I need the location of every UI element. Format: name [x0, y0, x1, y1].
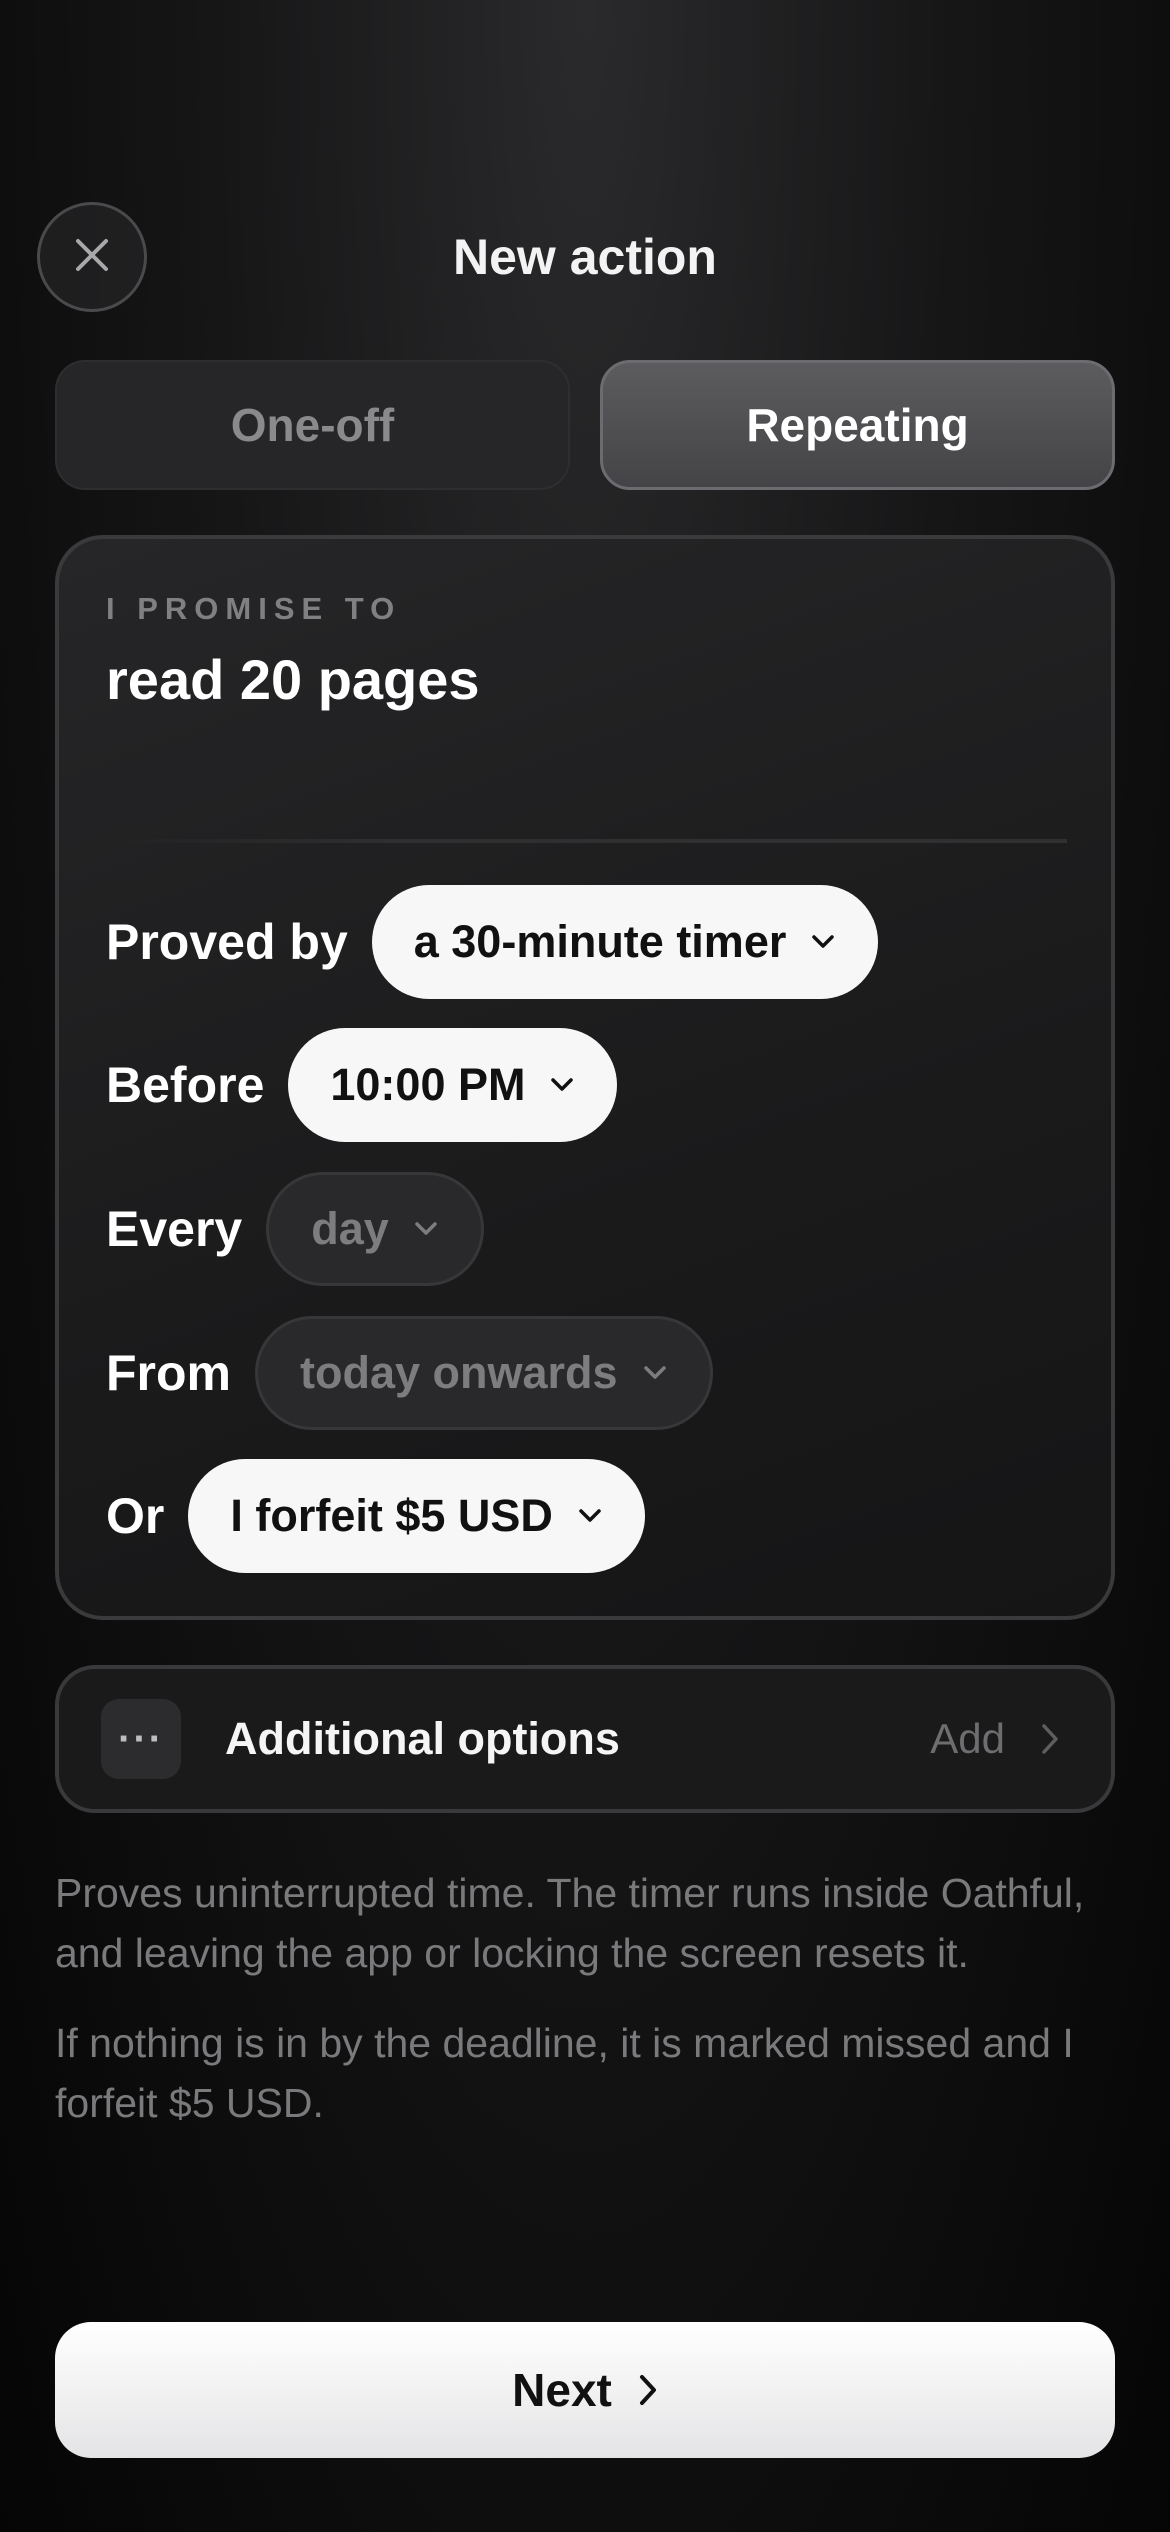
- row-every: Every day: [106, 1172, 484, 1286]
- promise-card: I PROMISE TO read 20 pages Proved by a 3…: [55, 535, 1115, 1620]
- tab-one-off[interactable]: One-off: [55, 360, 570, 490]
- every-label: Every: [106, 1201, 243, 1257]
- promise-label: I PROMISE TO: [106, 591, 402, 626]
- proved-by-value: a 30-minute timer: [413, 916, 787, 967]
- additional-options-row[interactable]: ··· Additional options Add: [55, 1665, 1115, 1813]
- additional-options-label: Additional options: [225, 1713, 620, 1764]
- tab-repeating[interactable]: Repeating: [600, 360, 1115, 490]
- forfeit-value: I forfeit $5 USD: [230, 1490, 553, 1541]
- row-or: Or I forfeit $5 USD: [106, 1459, 645, 1573]
- additional-options-add: Add: [930, 1715, 1005, 1762]
- every-value: day: [311, 1203, 389, 1254]
- promise-input[interactable]: read 20 pages: [106, 647, 480, 712]
- chevron-down-icon: [577, 1508, 603, 1524]
- forfeit-dropdown[interactable]: I forfeit $5 USD: [188, 1459, 645, 1573]
- row-before: Before 10:00 PM: [106, 1028, 618, 1142]
- divider: [106, 839, 1067, 843]
- chevron-down-icon: [810, 934, 836, 950]
- from-label: From: [106, 1345, 231, 1401]
- ellipsis-icon: ···: [101, 1699, 181, 1779]
- next-button[interactable]: Next: [55, 2322, 1115, 2458]
- before-label: Before: [106, 1057, 265, 1113]
- page-title: New action: [453, 229, 717, 285]
- from-dropdown[interactable]: today onwards: [255, 1316, 713, 1430]
- timer-help-text: Proves uninterrupted time. The timer run…: [55, 1870, 1085, 1976]
- row-proved-by: Proved by a 30-minute timer: [106, 885, 879, 999]
- chevron-down-icon: [642, 1365, 668, 1381]
- before-time-dropdown[interactable]: 10:00 PM: [288, 1028, 618, 1142]
- before-value: 10:00 PM: [330, 1059, 526, 1110]
- every-dropdown[interactable]: day: [266, 1172, 484, 1286]
- or-label: Or: [106, 1488, 165, 1544]
- proved-by-dropdown[interactable]: a 30-minute timer: [371, 885, 879, 999]
- deadline-help-text: If nothing is in by the deadline, it is …: [55, 2020, 1074, 2126]
- next-label: Next: [512, 2364, 612, 2416]
- chevron-right-icon: [1041, 1723, 1059, 1755]
- from-value: today onwards: [300, 1347, 618, 1398]
- proved-by-label: Proved by: [106, 914, 348, 970]
- chevron-down-icon: [549, 1077, 575, 1093]
- row-from: From today onwards: [106, 1316, 713, 1430]
- chevron-down-icon: [413, 1221, 439, 1237]
- chevron-right-icon: [638, 2373, 658, 2407]
